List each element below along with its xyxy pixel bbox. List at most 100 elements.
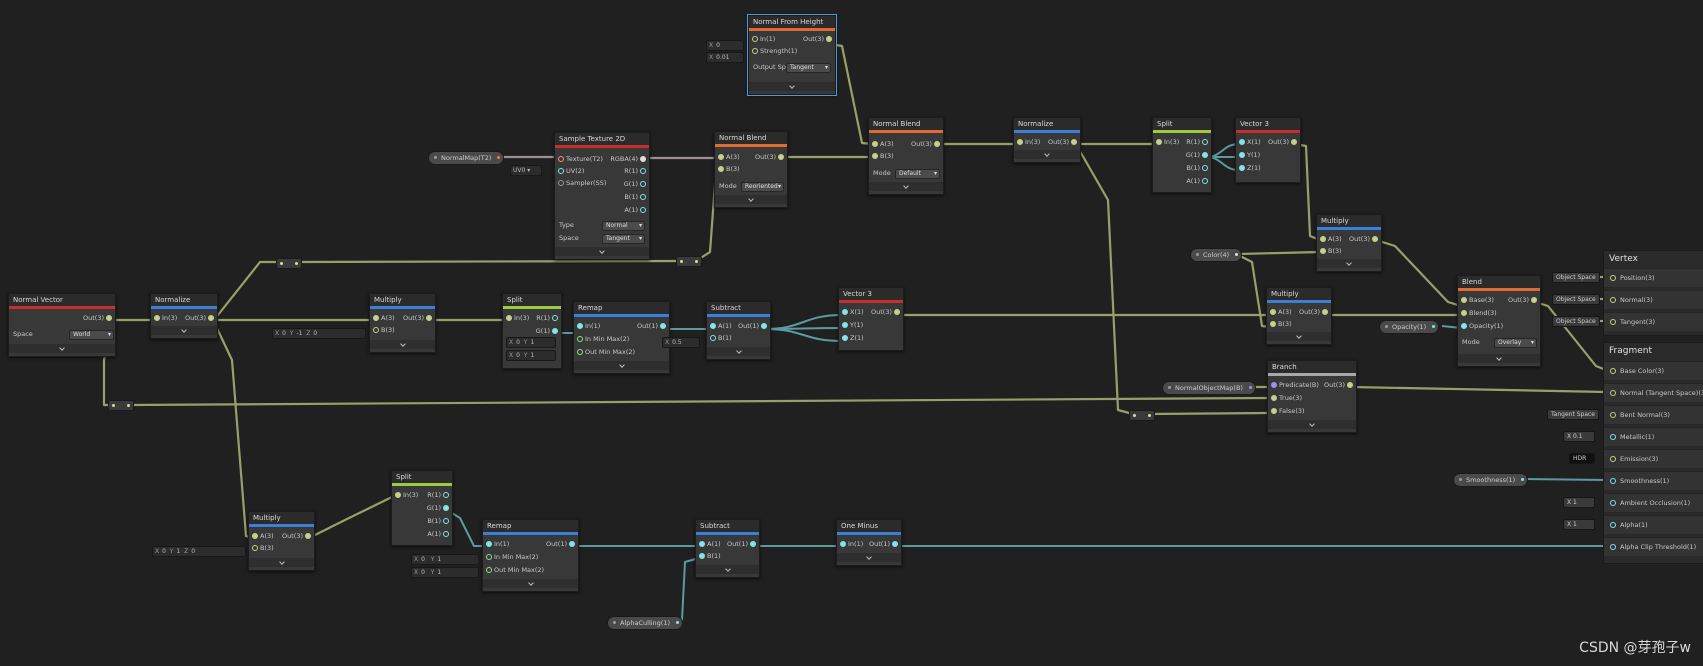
port-out[interactable]: Out(3) xyxy=(1048,137,1078,147)
fragment-slot-ambient-occlusion[interactable]: Ambient Occlusion(1) xyxy=(1604,493,1703,512)
node-multiply-right[interactable]: Multiply A(3) B(3) Out(3) xyxy=(1266,287,1332,345)
metallic-value-chip[interactable]: X 0.1 xyxy=(1563,431,1595,442)
node-subtract-bottom[interactable]: Subtract A(1) B(1) Out(1) xyxy=(695,519,760,578)
expand-chevron-icon[interactable] xyxy=(1267,332,1331,341)
redirect-node[interactable] xyxy=(108,400,134,411)
port-rgba[interactable]: RGBA(4) xyxy=(610,154,647,164)
fragment-slot-bent-normal[interactable]: Bent Normal(3) xyxy=(1604,405,1703,424)
port-in-min-max[interactable]: In Min Max(2) xyxy=(485,552,538,562)
port-out[interactable]: Out(3) xyxy=(1299,307,1329,317)
port-b[interactable]: B(3) xyxy=(372,325,395,335)
port-b[interactable]: B(1) xyxy=(624,192,647,202)
property-color[interactable]: Color(4) xyxy=(1190,248,1243,262)
vertex-slot-normal[interactable]: Normal(3) xyxy=(1604,290,1703,309)
output-space-dropdown[interactable]: Tangent xyxy=(786,63,831,73)
out-min-max-chip[interactable]: X0 Y1 xyxy=(506,350,556,361)
port-b[interactable]: B(3) xyxy=(717,164,740,174)
port-in[interactable]: In(1) xyxy=(485,539,509,549)
port-base[interactable]: Base(3) xyxy=(1460,295,1494,305)
fragment-slot-normal[interactable]: Normal (Tangent Space)(3) xyxy=(1604,383,1703,402)
port-a[interactable]: A(3) xyxy=(1269,307,1292,317)
expand-chevron-icon[interactable] xyxy=(9,344,115,353)
port-in[interactable]: In(1) xyxy=(751,34,775,44)
port-a[interactable]: A(3) xyxy=(251,531,274,541)
node-remap-mid[interactable]: Remap In(1) In Min Max(2) Out Min Max(2)… xyxy=(573,301,670,374)
port-predicate[interactable]: Predicate(B) xyxy=(1270,380,1319,390)
port-in[interactable]: In(3) xyxy=(394,490,418,500)
port-blend[interactable]: Blend(3) xyxy=(1460,308,1497,318)
node-multiply-top[interactable]: Multiply A(3) B(3) Out(3) xyxy=(1316,214,1382,272)
node-one-minus[interactable]: One Minus In(1) Out(1) xyxy=(836,519,902,566)
node-normal-from-height[interactable]: Normal From Height In(1) Strength(1) Out… xyxy=(747,14,837,96)
port-r[interactable]: R(1) xyxy=(1186,137,1209,147)
expand-chevron-icon[interactable] xyxy=(483,579,578,588)
space-dropdown[interactable]: World xyxy=(69,330,114,340)
port-in-min-max[interactable]: In Min Max(2) xyxy=(576,334,629,344)
out-min-max-chip[interactable]: X0 Y1 xyxy=(411,567,479,578)
in-min-max-chip[interactable]: X0 Y1 xyxy=(506,337,556,348)
node-vector3-mid[interactable]: Vector 3 X(1) Y(1) Z(1) Out(3) xyxy=(838,287,904,351)
node-multiply-bottom[interactable]: Multiply A(3) B(3) Out(3) xyxy=(248,511,315,571)
port-out[interactable]: Out(1) xyxy=(738,321,768,331)
node-remap-bottom[interactable]: Remap In(1) In Min Max(2) Out Min Max(2)… xyxy=(482,519,579,592)
expand-chevron-icon[interactable] xyxy=(151,326,217,335)
fragment-slot-smoothness[interactable]: Smoothness(1) xyxy=(1604,471,1703,490)
port-in[interactable]: In(1) xyxy=(839,539,863,549)
input-chip-in[interactable]: X0 xyxy=(706,40,744,51)
node-branch[interactable]: Branch Predicate(B) True(3) False(3) Out… xyxy=(1267,360,1357,433)
port-b[interactable]: B(1) xyxy=(1186,163,1209,173)
port-in[interactable]: In(3) xyxy=(505,313,529,323)
expand-chevron-icon[interactable] xyxy=(1458,354,1540,363)
port-x[interactable]: X(1) xyxy=(1238,137,1261,147)
property-normal-object-map[interactable]: NormalObjectMap(B) xyxy=(1162,381,1256,395)
port-out[interactable]: Out(3) xyxy=(1268,137,1298,147)
emission-hdr-chip[interactable]: HDR xyxy=(1569,453,1595,464)
node-blend[interactable]: Blend Base(3) Blend(3) Opacity(1) Out(3)… xyxy=(1457,275,1541,367)
node-normal-blend-default[interactable]: Normal Blend A(3) B(3) Out(3) Mode Defau… xyxy=(868,117,944,195)
bent-normal-space-chip[interactable]: Tangent Space xyxy=(1547,409,1599,420)
expand-chevron-icon[interactable] xyxy=(574,361,669,370)
port-out[interactable]: Out(3) xyxy=(282,531,312,541)
expand-chevron-icon[interactable] xyxy=(696,565,759,574)
port-r[interactable]: R(1) xyxy=(427,490,450,500)
port-out[interactable]: Out(3) xyxy=(911,139,941,149)
port-r[interactable]: R(1) xyxy=(536,313,559,323)
fragment-slot-alpha-clip[interactable]: Alpha Clip Threshold(1) xyxy=(1604,537,1703,556)
expand-chevron-icon[interactable] xyxy=(555,247,649,256)
port-out[interactable]: Out(1) xyxy=(637,321,667,331)
redirect-node[interactable] xyxy=(676,256,702,267)
port-out[interactable]: Out(1) xyxy=(546,539,576,549)
input-chip-strength[interactable]: X 0.01 xyxy=(706,52,744,63)
fragment-slot-metallic[interactable]: Metallic(1) xyxy=(1604,427,1703,446)
port-z[interactable]: Z(1) xyxy=(841,333,864,343)
property-alpha-culling[interactable]: AlphaCulling(1) xyxy=(607,616,684,630)
fragment-slot-emission[interactable]: Emission(3) xyxy=(1604,449,1703,468)
port-out[interactable]: Out(3) xyxy=(803,34,833,44)
uv-channel-chip[interactable]: UV0 ▾ xyxy=(510,165,542,176)
expand-chevron-icon[interactable] xyxy=(1014,150,1080,159)
vertex-normal-space-chip[interactable]: Object Space xyxy=(1552,294,1600,305)
port-opacity[interactable]: Opacity(1) xyxy=(1460,321,1503,331)
vertex-slot-tangent[interactable]: Tangent(3) xyxy=(1604,312,1703,331)
port-false[interactable]: False(3) xyxy=(1270,406,1305,416)
port-true[interactable]: True(3) xyxy=(1270,393,1302,403)
expand-chevron-icon[interactable] xyxy=(869,182,943,191)
port-uv[interactable]: UV(2) xyxy=(557,166,584,176)
fragment-slot-alpha[interactable]: Alpha(1) xyxy=(1604,515,1703,534)
alpha-value-chip[interactable]: X 1 xyxy=(1563,519,1595,530)
port-x[interactable]: X(1) xyxy=(841,307,864,317)
port-out[interactable]: Out(3) xyxy=(83,313,113,323)
fragment-slot-base-color[interactable]: Base Color(3) xyxy=(1604,361,1703,380)
mode-dropdown[interactable]: Overlay xyxy=(1494,338,1537,348)
expand-chevron-icon[interactable] xyxy=(707,347,770,356)
port-b[interactable]: B(3) xyxy=(251,543,274,553)
expand-chevron-icon[interactable] xyxy=(837,553,901,562)
port-out[interactable]: Out(3) xyxy=(871,307,901,317)
node-vector3-top[interactable]: Vector 3 X(1) Y(1) Z(1) Out(3) xyxy=(1235,117,1301,183)
port-texture[interactable]: Texture(T2) xyxy=(557,154,603,164)
vector-input-chip[interactable]: X0 Y -1 Z0 xyxy=(272,328,366,339)
node-multiply-mid[interactable]: Multiply A(3) B(3) Out(3) xyxy=(369,293,436,353)
expand-chevron-icon[interactable] xyxy=(1317,259,1381,268)
port-strength[interactable]: Strength(1) xyxy=(751,46,797,56)
port-g[interactable]: G(1) xyxy=(624,179,647,189)
